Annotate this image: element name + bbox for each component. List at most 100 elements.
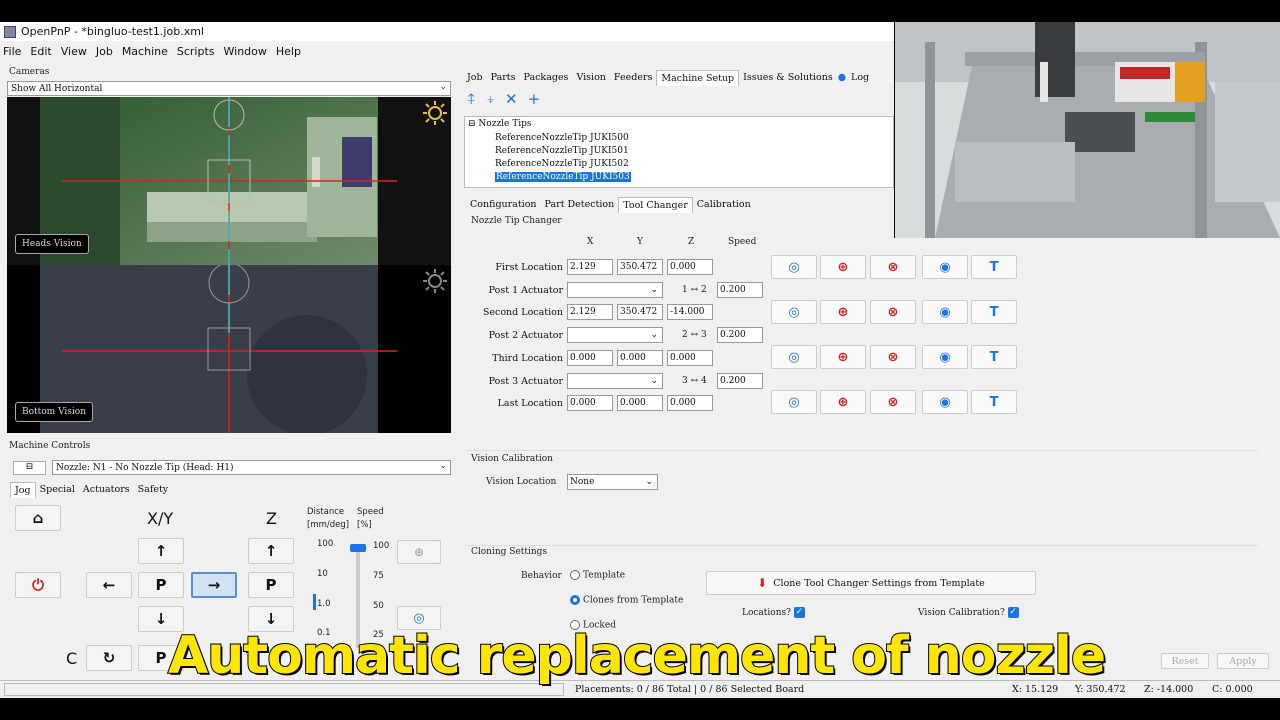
location-action-button[interactable]: ⊕ [820,345,866,369]
first-location-x[interactable]: 2.129 [567,259,613,275]
speed-slider-thumb[interactable] [350,544,366,552]
jog-z-plus-button[interactable]: ↑ [248,538,294,564]
delete-nozzle-tip-icon[interactable]: ✕ [505,90,518,108]
location-action-button[interactable]: T [971,255,1017,279]
menu-help[interactable]: Help [276,45,301,58]
post2-speed[interactable]: 0.200 [717,327,763,343]
location-action-button[interactable]: T [971,345,1017,369]
location-action-button[interactable]: ⊗ [870,390,916,414]
park-z-button[interactable]: P [248,572,294,598]
nozzle-tip-button[interactable]: ⊕ [397,540,441,564]
first-location-z[interactable]: 0.000 [667,259,713,275]
distance-slider-thumb[interactable] [313,594,316,610]
third-location-z[interactable]: 0.000 [667,350,713,366]
tab-vision[interactable]: Vision [572,70,609,86]
menu-file[interactable]: File [3,45,21,58]
sun-icon[interactable] [423,101,447,125]
tab-log[interactable]: Log [847,70,873,86]
duplicate-nozzle-tip-icon[interactable]: + [528,90,541,108]
second-location-z[interactable]: -14.000 [667,304,713,320]
tab-configuration[interactable]: Configuration [466,197,541,213]
tab-calibration[interactable]: Calibration [693,197,755,213]
move-camera-to-location-icon: ◉ [939,349,951,365]
location-action-button[interactable]: ⊗ [870,255,916,279]
post3-speed[interactable]: 0.200 [717,373,763,389]
second-location-x[interactable]: 2.129 [567,304,613,320]
locations-checkbox[interactable]: Locations? ✓ [742,607,805,618]
tab-parts[interactable]: Parts [487,70,520,86]
tab-safety[interactable]: Safety [134,482,173,498]
power-button[interactable]: ⏻ [15,572,61,598]
bottom-camera-view[interactable]: Bottom Vision [7,265,451,433]
last-location-z[interactable]: 0.000 [667,395,713,411]
tab-tool-changer[interactable]: Tool Changer [618,197,693,213]
jog-y-plus-button[interactable]: ↑ [138,538,184,564]
third-location-x[interactable]: 0.000 [567,350,613,366]
park-xy-button[interactable]: P [138,572,184,598]
nozzle-select[interactable]: Nozzle: N1 - No Nozzle Tip (Head: H1) ⌄ [52,460,451,475]
menu-window[interactable]: Window [224,45,267,58]
jog-x-plus-button[interactable]: → [191,572,237,598]
location-action-button[interactable]: ⊕ [820,390,866,414]
menu-machine[interactable]: Machine [122,45,168,58]
tab-packages[interactable]: Packages [519,70,572,86]
tab-actuators[interactable]: Actuators [79,482,134,498]
menu-scripts[interactable]: Scripts [177,45,215,58]
location-action-button[interactable]: ◉ [922,345,968,369]
tab-special[interactable]: Special [36,482,79,498]
apply-button[interactable]: Apply [1217,653,1269,669]
tab-part-detection[interactable]: Part Detection [541,197,619,213]
menu-view[interactable]: View [61,45,87,58]
third-location-y[interactable]: 0.000 [617,350,663,366]
post1-speed[interactable]: 0.200 [717,282,763,298]
location-action-button[interactable]: ⊗ [870,300,916,324]
location-action-button[interactable]: ◉ [922,300,968,324]
location-action-button[interactable]: T [971,390,1017,414]
location-action-button[interactable]: ◉ [922,390,968,414]
second-location-y[interactable]: 350.472 [617,304,663,320]
last-location-x[interactable]: 0.000 [567,395,613,411]
rotate-button[interactable]: ↻ [86,645,132,671]
tab-feeders[interactable]: Feeders [610,70,656,86]
post3-actuator-select[interactable]: ⌄ [567,373,663,389]
last-location-y[interactable]: 0.000 [617,395,663,411]
post1-actuator-select[interactable]: ⌄ [567,282,663,298]
location-action-button[interactable]: ◎ [771,345,817,369]
menu-job[interactable]: Job [96,45,113,58]
radio-template[interactable]: Template [570,570,625,581]
location-action-button[interactable]: ⊕ [820,255,866,279]
add-nozzle-tip-icon[interactable]: ⍏ [467,90,476,108]
vision-cal-checkbox[interactable]: Vision Calibration? ✓ [918,607,1019,618]
vision-location-select[interactable]: None ⌄ [567,474,658,490]
heads-camera-view[interactable]: Heads Vision [7,97,451,265]
location-action-button[interactable]: ⊕ [820,300,866,324]
tab-machine-setup[interactable]: Machine Setup [656,70,740,86]
location-action-button[interactable]: ◎ [771,390,817,414]
tree-item[interactable]: ReferenceNozzleTip JUKI500 [495,133,629,143]
reset-button[interactable]: Reset [1161,653,1209,669]
first-location-y[interactable]: 350.472 [617,259,663,275]
tab-jog[interactable]: Jog [10,482,36,498]
location-action-button[interactable]: ◉ [922,255,968,279]
location-action-button[interactable]: ◎ [771,300,817,324]
radio-clones-from-template[interactable]: Clones from Template [570,595,683,606]
post2-actuator-select[interactable]: ⌄ [567,327,663,343]
tab-job[interactable]: Job [463,70,487,86]
home-button[interactable]: ⌂ [15,505,61,531]
tree-item[interactable]: ReferenceNozzleTip JUKI501 [495,146,629,156]
new-nozzle-tip-icon[interactable]: ⍖ [486,90,495,108]
sun-icon-dim[interactable] [423,269,447,293]
location-action-button[interactable]: ◎ [771,255,817,279]
tree-item-selected[interactable]: ReferenceNozzleTip JUKI503 [495,172,631,182]
tab-issues-solutions[interactable]: Issues & Solutions [739,70,837,86]
menu-edit[interactable]: Edit [30,45,51,58]
location-action-button[interactable]: T [971,300,1017,324]
jog-x-minus-button[interactable]: ← [86,572,132,598]
tree-root[interactable]: ⊟ Nozzle Tips [468,119,532,129]
tree-item[interactable]: ReferenceNozzleTip JUKI502 [495,159,629,169]
camera-layout-select[interactable]: Show All Horizontal ⌄ [7,81,451,96]
nozzle-tip-tree: ⊟ Nozzle Tips ReferenceNozzleTip JUKI500… [464,116,894,188]
location-action-button[interactable]: ⊗ [870,345,916,369]
collapse-button[interactable]: ⊟ [13,461,46,475]
clone-settings-button[interactable]: ⬇ Clone Tool Changer Settings from Templa… [706,571,1036,595]
